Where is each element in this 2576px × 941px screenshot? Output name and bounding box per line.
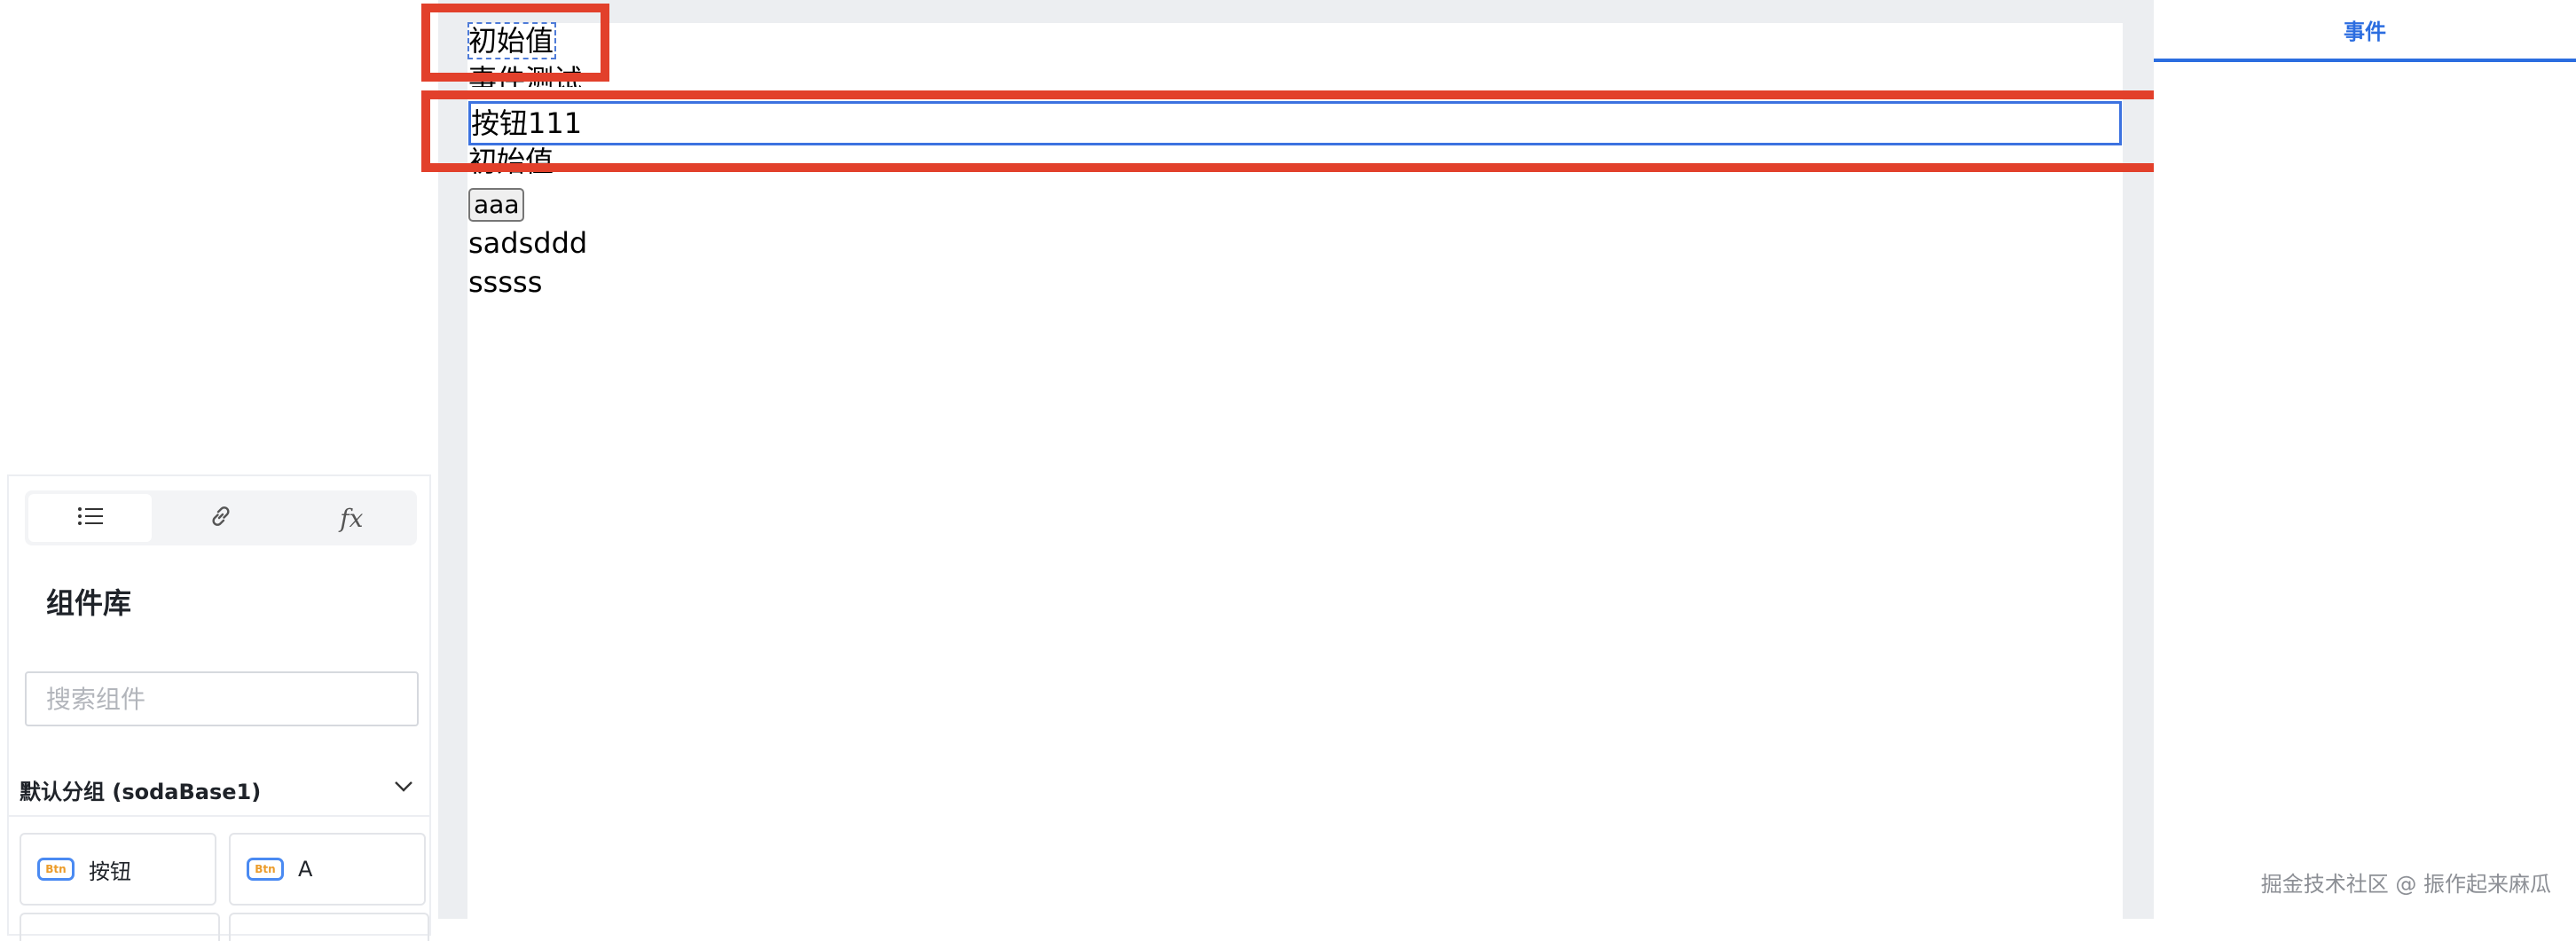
- canvas-text-sadsddd[interactable]: sadsddd: [468, 225, 587, 261]
- properties-panel: 事件: [2154, 0, 2576, 919]
- canvas-text-initial-value[interactable]: 初始值: [467, 22, 557, 59]
- btn-icon: Btn: [247, 858, 284, 881]
- search-input[interactable]: [25, 671, 419, 726]
- component-library-panel: fx 组件库 默认分组 (sodaBase1) Btn 按钮 Btn A: [7, 474, 431, 941]
- tab-link[interactable]: [159, 494, 282, 542]
- tab-fx[interactable]: fx: [290, 494, 413, 542]
- link-icon: [208, 504, 233, 532]
- component-label: 按钮: [89, 859, 131, 884]
- canvas-button-aaa[interactable]: aaa: [468, 188, 525, 222]
- canvas-text-event-test[interactable]: 事件测试: [468, 62, 582, 87]
- tab-list[interactable]: [28, 494, 153, 542]
- editor-canvas[interactable]: [467, 23, 2123, 919]
- list-icon: [77, 506, 104, 530]
- component-item-partial[interactable]: [20, 913, 220, 941]
- tab-events[interactable]: 事件: [2154, 0, 2576, 59]
- panel-tab-bar: fx: [25, 490, 417, 545]
- active-tab-indicator: [2154, 59, 2576, 62]
- fx-icon: fx: [340, 503, 364, 533]
- component-item-button[interactable]: Btn 按钮: [20, 833, 216, 906]
- component-item-a[interactable]: Btn A: [229, 833, 426, 906]
- chevron-down-icon[interactable]: [394, 780, 413, 796]
- divider: [9, 815, 429, 817]
- canvas-selected-button-text[interactable]: 按钮111: [468, 101, 2122, 145]
- component-item-partial[interactable]: [229, 913, 429, 941]
- watermark: 掘金技术社区 @ 振作起来麻瓜: [2260, 872, 2551, 897]
- btn-icon: Btn: [37, 858, 75, 881]
- canvas-text-sssss[interactable]: sssss: [468, 264, 542, 300]
- group-title: 默认分组 (sodaBase1): [20, 780, 262, 804]
- group-header[interactable]: 默认分组 (sodaBase1): [20, 769, 426, 813]
- panel-title: 组件库: [46, 586, 132, 620]
- component-label: A: [298, 857, 313, 882]
- canvas-text-initial-value-2[interactable]: 初始值: [468, 144, 554, 176]
